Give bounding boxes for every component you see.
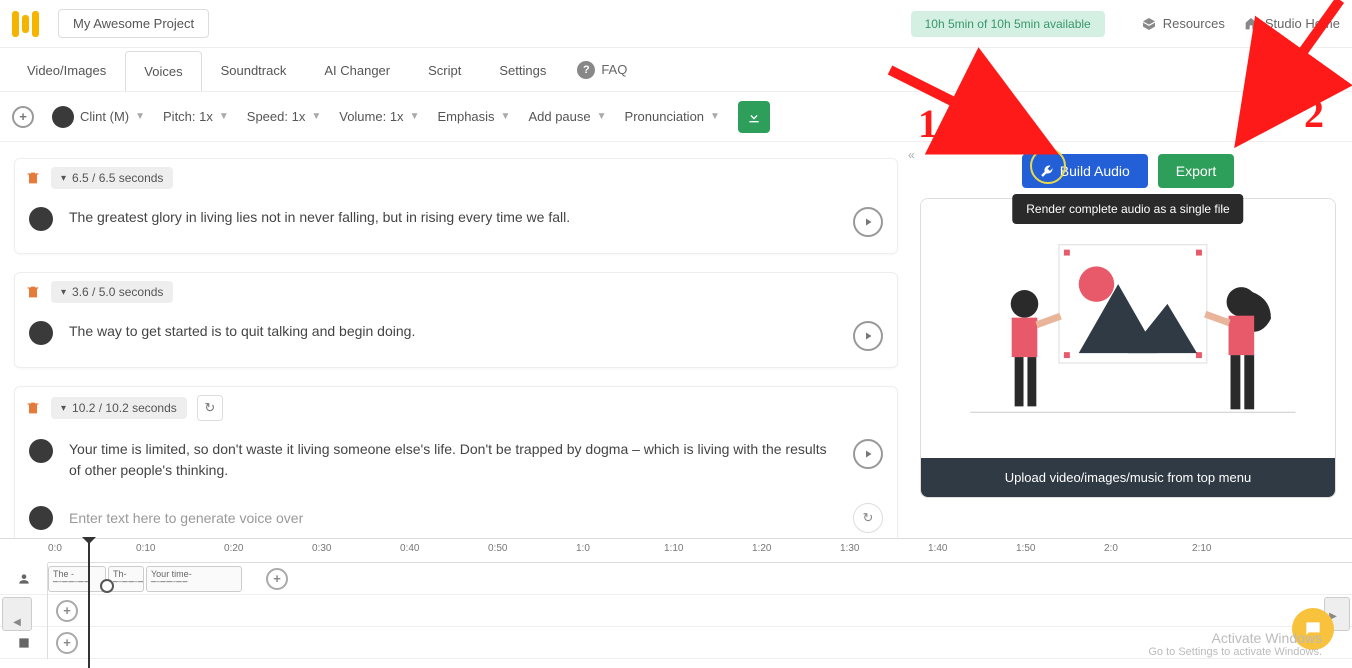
voice-track-icon[interactable] bbox=[0, 563, 47, 595]
tab-video-images[interactable]: Video/Images bbox=[8, 50, 125, 90]
build-tooltip: Render complete audio as a single file bbox=[1012, 194, 1243, 224]
voice-selector[interactable]: Clint (M)▼ bbox=[52, 106, 145, 128]
audio-clip[interactable]: The -━┉┉━┉━┉┉━┉━ bbox=[48, 566, 106, 592]
top-bar: My Awesome Project 10h 5min of 10h 5min … bbox=[0, 0, 1352, 48]
avatar-icon bbox=[29, 207, 53, 231]
voice-controls-row: + Clint (M)▼ Pitch: 1x▼ Speed: 1x▼ Volum… bbox=[0, 92, 1352, 142]
duration-chip[interactable]: ▾6.5 / 6.5 seconds bbox=[51, 167, 173, 189]
image-track-icon[interactable] bbox=[0, 627, 47, 659]
playhead-knob[interactable] bbox=[100, 579, 114, 593]
image-track-row[interactable]: + bbox=[48, 627, 1352, 659]
download-icon bbox=[746, 109, 762, 125]
resources-link[interactable]: Resources bbox=[1141, 16, 1225, 32]
text-block: ▾10.2 / 10.2 seconds ↻ Your time is limi… bbox=[14, 386, 898, 538]
avatar-icon bbox=[29, 321, 53, 345]
duration-chip[interactable]: ▾10.2 / 10.2 seconds bbox=[51, 397, 187, 419]
home-icon bbox=[1243, 16, 1259, 32]
pronunciation-selector[interactable]: Pronunciation▼ bbox=[625, 109, 720, 124]
volume-selector[interactable]: Volume: 1x▼ bbox=[339, 109, 419, 124]
tab-soundtrack[interactable]: Soundtrack bbox=[202, 50, 306, 90]
add-voice-button[interactable]: + bbox=[12, 106, 34, 128]
speed-selector[interactable]: Speed: 1x▼ bbox=[247, 109, 321, 124]
blocks-panel: ▾6.5 / 6.5 seconds The greatest glory in… bbox=[0, 142, 912, 538]
faq-link[interactable]: ? FAQ bbox=[577, 61, 627, 79]
tab-ai-changer[interactable]: AI Changer bbox=[305, 50, 409, 90]
trash-icon[interactable] bbox=[25, 170, 41, 186]
box-icon bbox=[1141, 16, 1157, 32]
avatar-icon bbox=[52, 106, 74, 128]
question-icon: ? bbox=[577, 61, 595, 79]
add-pause-selector[interactable]: Add pause▼ bbox=[528, 109, 606, 124]
tab-script[interactable]: Script bbox=[409, 50, 480, 90]
build-audio-button[interactable]: Build Audio bbox=[1022, 154, 1148, 188]
block-text[interactable]: The way to get started is to quit talkin… bbox=[69, 321, 837, 342]
timeline: 0:00:100:200:300:400:501:01:101:201:301:… bbox=[0, 538, 1352, 668]
refresh-button[interactable]: ↻ bbox=[197, 395, 223, 421]
text-block: ▾6.5 / 6.5 seconds The greatest glory in… bbox=[14, 158, 898, 254]
credits-badge: 10h 5min of 10h 5min available bbox=[911, 11, 1105, 37]
block-text[interactable]: Your time is limited, so don't waste it … bbox=[69, 439, 837, 481]
collapse-handle[interactable]: « bbox=[908, 148, 915, 162]
block-text[interactable]: The greatest glory in living lies not in… bbox=[69, 207, 837, 228]
tab-voices[interactable]: Voices bbox=[125, 51, 201, 91]
chat-icon bbox=[1303, 619, 1323, 639]
play-button[interactable] bbox=[853, 439, 883, 469]
chat-button[interactable] bbox=[1292, 608, 1334, 650]
voice-track-row[interactable]: + The -━┉┉━┉━┉┉━┉━Th-━┉┉━┉━┉┉━┉━Your tim… bbox=[48, 563, 1352, 595]
add-clip-button[interactable]: + bbox=[56, 600, 78, 622]
studio-home-link[interactable]: Studio Home bbox=[1243, 16, 1340, 32]
pitch-selector[interactable]: Pitch: 1x▼ bbox=[163, 109, 229, 124]
trash-icon[interactable] bbox=[25, 284, 41, 300]
playhead[interactable] bbox=[88, 539, 90, 668]
preview-canvas bbox=[921, 199, 1335, 458]
project-name-chip[interactable]: My Awesome Project bbox=[58, 9, 209, 38]
refresh-button[interactable]: ↻ bbox=[853, 503, 883, 533]
trash-icon[interactable] bbox=[25, 400, 41, 416]
preview-panel: « Build Audio Export Render complete aud… bbox=[912, 142, 1352, 538]
add-clip-button[interactable]: + bbox=[266, 568, 288, 590]
play-button[interactable] bbox=[853, 207, 883, 237]
play-button[interactable] bbox=[853, 321, 883, 351]
music-track-row[interactable]: + bbox=[48, 595, 1352, 627]
audio-clip[interactable]: Your time-━┉┉━┉━┉┉━┉━ bbox=[146, 566, 242, 592]
wrench-icon bbox=[1040, 164, 1054, 178]
tab-bar: Video/Images Voices Soundtrack AI Change… bbox=[0, 48, 1352, 92]
avatar-icon bbox=[29, 506, 53, 530]
scroll-left-handle[interactable]: ◀ bbox=[2, 597, 32, 631]
duration-chip[interactable]: ▾3.6 / 5.0 seconds bbox=[51, 281, 173, 303]
timeline-ruler[interactable]: 0:00:100:200:300:400:501:01:101:201:301:… bbox=[48, 539, 1352, 563]
new-text-input[interactable]: Enter text here to generate voice over bbox=[69, 508, 837, 529]
preview-illustration bbox=[921, 199, 1335, 458]
export-button[interactable]: Export bbox=[1158, 154, 1234, 188]
app-logo bbox=[12, 10, 40, 38]
download-button[interactable] bbox=[738, 101, 770, 133]
text-block: ▾3.6 / 5.0 seconds The way to get starte… bbox=[14, 272, 898, 368]
preview-footer: Upload video/images/music from top menu bbox=[921, 458, 1335, 497]
emphasis-selector[interactable]: Emphasis▼ bbox=[437, 109, 510, 124]
add-clip-button[interactable]: + bbox=[56, 632, 78, 654]
preview-box: Upload video/images/music from top menu bbox=[920, 198, 1336, 498]
chevron-down-icon: ▼ bbox=[135, 111, 145, 122]
tab-settings[interactable]: Settings bbox=[480, 50, 565, 90]
avatar-icon bbox=[29, 439, 53, 463]
